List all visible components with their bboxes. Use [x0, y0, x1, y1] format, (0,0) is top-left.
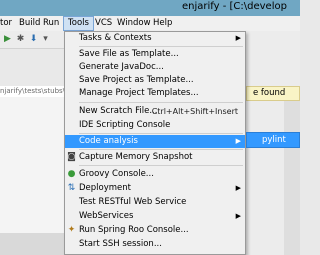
submenu-arrow-icon: ▶: [235, 212, 241, 220]
menu-run[interactable]: Run: [43, 18, 59, 28]
menu-window[interactable]: Window: [117, 18, 151, 28]
menu-item-capture-memory-snapshot[interactable]: ◙ Capture Memory Snapshot: [65, 151, 245, 164]
menu-vcs[interactable]: VCS: [95, 18, 112, 28]
deployment-icon: ⇅: [67, 183, 76, 193]
window-title-bar: enjarify - [C:\develop: [0, 0, 300, 16]
menu-item-deployment[interactable]: ⇅ Deployment ▶: [65, 182, 245, 195]
vcs-icon[interactable]: ▾: [40, 34, 51, 45]
menu-build[interactable]: Build: [19, 18, 40, 28]
menu-item-ide-scripting-console[interactable]: IDE Scripting Console: [65, 119, 245, 132]
menu-help[interactable]: Help: [153, 18, 172, 28]
submenu-item-pylint[interactable]: pylint: [262, 134, 286, 147]
download-icon[interactable]: ⬇: [28, 34, 39, 45]
submenu-arrow-icon: ▶: [235, 34, 241, 42]
file-path: njarify\tests\stubs\: [0, 86, 64, 97]
menu-item-run-spring-roo-console[interactable]: ✦ Run Spring Roo Console...: [65, 224, 245, 237]
menu-item-generate-javadoc[interactable]: Generate JavaDoc...: [65, 61, 245, 74]
menu-editor[interactable]: tor: [0, 18, 12, 28]
camera-icon: ◙: [67, 152, 76, 162]
menu-item-code-analysis[interactable]: Code analysis ▶: [65, 135, 245, 148]
spring-roo-icon: ✦: [67, 225, 76, 235]
tools-menu: Tasks & Contexts ▶ Save File as Template…: [64, 31, 246, 255]
run-icon[interactable]: ▶: [2, 34, 13, 45]
menu-item-webservices[interactable]: WebServices ▶: [65, 210, 245, 223]
submenu-arrow-icon: ▶: [235, 184, 241, 192]
notification-bar: e found: [246, 86, 300, 101]
editor-scroll-strip: [284, 101, 300, 255]
menu-tools[interactable]: Tools: [63, 16, 94, 31]
groovy-icon: ●: [67, 169, 76, 179]
bottom-panel: [0, 233, 64, 255]
menu-separator: [79, 165, 243, 166]
menu-item-groovy-console[interactable]: ● Groovy Console...: [65, 168, 245, 181]
menu-separator: [79, 46, 243, 47]
menu-item-test-restful-web-service[interactable]: Test RESTful Web Service: [65, 196, 245, 209]
menu-bar: tor Build Run Tools VCS Window Help: [0, 16, 300, 32]
menu-item-new-scratch-file[interactable]: New Scratch File... Ctrl+Alt+Shift+Inser…: [65, 105, 245, 118]
debug-icon[interactable]: ✱: [15, 34, 26, 45]
window-title: enjarify - [C:\develop: [182, 1, 287, 12]
submenu-arrow-icon: ▶: [235, 137, 241, 145]
menu-item-save-file-as-template[interactable]: Save File as Template...: [65, 48, 245, 61]
project-panel: [0, 97, 64, 255]
shortcut-label: Ctrl+Alt+Shift+Insert: [151, 107, 238, 116]
menu-item-start-ssh-session[interactable]: Start SSH session...: [65, 238, 245, 251]
menu-item-manage-project-templates[interactable]: Manage Project Templates...: [65, 87, 245, 100]
menu-separator: [79, 102, 243, 103]
menu-separator: [79, 133, 243, 134]
menu-item-tasks-contexts[interactable]: Tasks & Contexts ▶: [65, 32, 245, 45]
menu-item-save-project-as-template[interactable]: Save Project as Template...: [65, 74, 245, 87]
code-analysis-submenu: pylint: [246, 132, 300, 148]
menu-separator: [79, 149, 243, 150]
